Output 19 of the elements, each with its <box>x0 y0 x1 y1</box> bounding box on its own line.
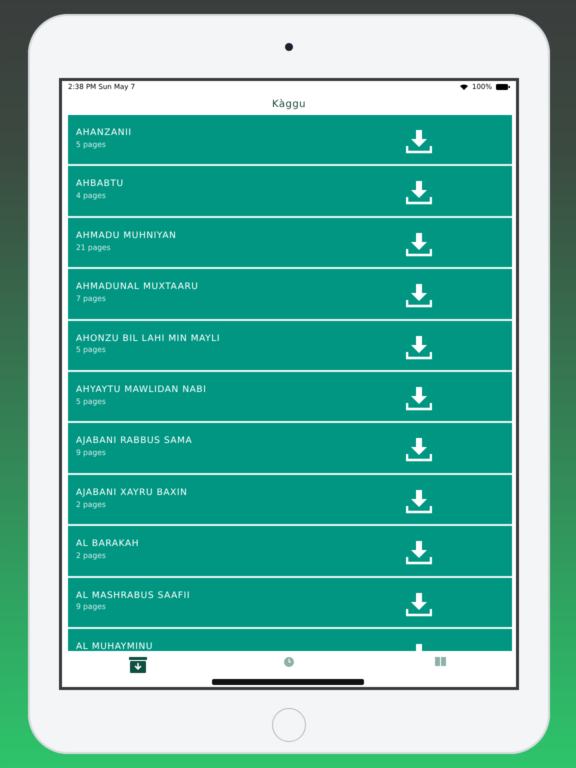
song-title: AL BARAKAH <box>76 539 140 550</box>
song-title: AL MASHRABUS SAAFII <box>76 590 190 602</box>
book-icon[interactable] <box>434 657 446 666</box>
song-title: AHMADU MUHNIYAN <box>76 230 176 242</box>
song-row[interactable]: AL MUHAYMINU <box>68 628 512 651</box>
clock-icon[interactable] <box>284 657 294 667</box>
song-title: AJABANI XAYRU BAXIN <box>76 488 188 499</box>
song-title: AHMADUNAL MUXTAARU <box>76 282 198 293</box>
camera-icon <box>285 43 293 51</box>
battery-icon <box>496 84 510 90</box>
song-title: AHBABTU <box>76 179 124 190</box>
song-title: AHYAYTU MAWLIDAN NABI <box>76 384 206 396</box>
screen-title: Kàggu <box>272 98 306 112</box>
wifi-icon <box>460 84 468 90</box>
song-title: AJABANI RABBUS SAMA <box>76 436 192 448</box>
song-title: AHANZANII <box>76 128 132 139</box>
song-title: AL MUHAYMINU <box>76 642 154 651</box>
archive-download-icon[interactable] <box>128 657 147 673</box>
song-title: AHONZU BIL LAHI MIN MAYLI <box>76 334 220 344</box>
